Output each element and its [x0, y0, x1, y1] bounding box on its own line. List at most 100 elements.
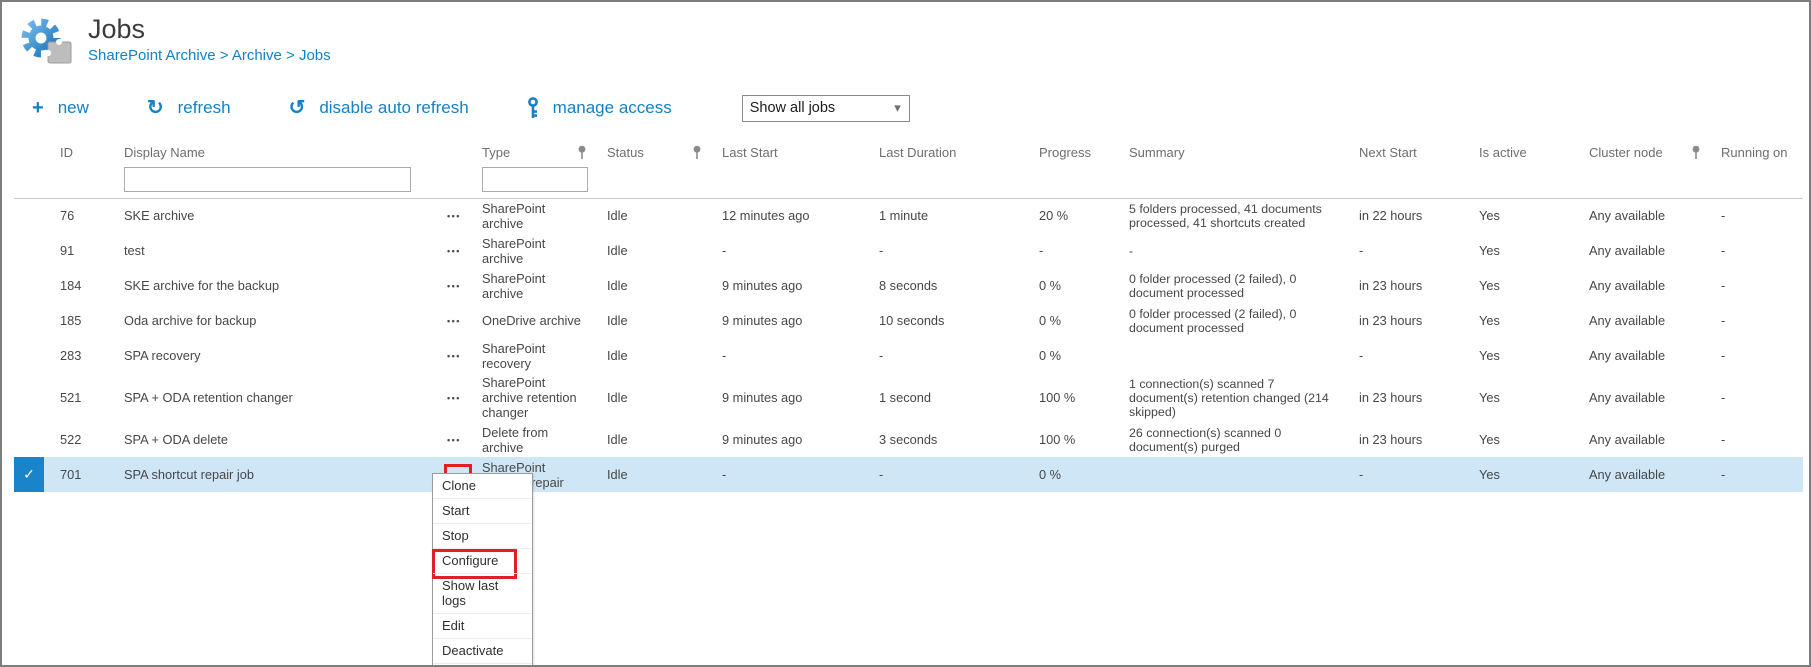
cell-progress: 0 % [1027, 338, 1117, 373]
cell-summary: - [1117, 233, 1347, 268]
row-actions-button[interactable]: ••• [444, 348, 464, 364]
cell-status: Idle [595, 268, 710, 303]
table-row[interactable]: 522SPA + ODA delete•••Delete from archiv… [14, 422, 1803, 457]
cell-next-start: in 23 hours [1347, 303, 1467, 338]
context-menu-item-edit[interactable]: Edit [433, 613, 532, 638]
row-actions-button[interactable]: ••• [444, 208, 464, 224]
manage-access-button[interactable]: manage access [527, 97, 672, 120]
context-menu-item-stop[interactable]: Stop [433, 523, 532, 548]
header-progress[interactable]: Progress [1027, 140, 1117, 164]
row-select-cell[interactable] [14, 422, 44, 457]
cell-last-duration: - [867, 457, 1027, 492]
cell-running-on: - [1709, 338, 1803, 373]
cell-progress: 0 % [1027, 303, 1117, 338]
header-status[interactable]: Status [595, 140, 710, 164]
cell-name: Oda archive for backup [112, 303, 432, 338]
refresh-button[interactable]: ↻ refresh [147, 98, 231, 118]
cell-progress: 0 % [1027, 457, 1117, 492]
table-row[interactable]: 184SKE archive for the backup•••SharePoi… [14, 268, 1803, 303]
cell-name: test [112, 233, 432, 268]
cell-running-on: - [1709, 303, 1803, 338]
row-actions-button[interactable]: ••• [444, 432, 464, 448]
cell-last-duration: 8 seconds [867, 268, 1027, 303]
row-select-cell[interactable]: ✓ [14, 457, 44, 492]
display-name-filter-input[interactable] [124, 167, 411, 192]
cell-last-start: - [710, 338, 867, 373]
new-button[interactable]: + new [32, 98, 89, 118]
breadcrumb[interactable]: SharePoint Archive > Archive > Jobs [88, 47, 331, 64]
plus-icon: + [32, 98, 44, 118]
jobs-filter-value: Show all jobs [750, 100, 835, 116]
header-summary[interactable]: Summary [1117, 140, 1347, 164]
header-is-active[interactable]: Is active [1467, 140, 1577, 164]
row-select-cell[interactable] [14, 373, 44, 422]
cell-next-start: - [1347, 233, 1467, 268]
header-display-name[interactable]: Display Name [112, 140, 432, 164]
context-menu-item-clone[interactable]: Clone [433, 474, 532, 498]
disable-auto-refresh-button[interactable]: ↺ disable auto refresh [289, 98, 469, 118]
table-row[interactable]: 91test•••SharePoint archiveIdle-----YesA… [14, 233, 1803, 268]
cell-is-active: Yes [1467, 268, 1577, 303]
row-actions-button[interactable]: ••• [444, 390, 464, 406]
cell-is-active: Yes [1467, 373, 1577, 422]
cell-running-on: - [1709, 422, 1803, 457]
header-last-start[interactable]: Last Start [710, 140, 867, 164]
cell-id: 701 [44, 457, 112, 492]
table-row[interactable]: ✓701SPA shortcut repair job•••SharePoint… [14, 457, 1803, 492]
context-menu-item-configure[interactable]: Configure [433, 548, 532, 573]
row-actions-cell: ••• [432, 233, 470, 268]
table-header-row: ID Display Name Type Status Last Start [14, 140, 1803, 164]
cell-name: SPA + ODA retention changer [112, 373, 432, 422]
cell-status: Idle [595, 233, 710, 268]
cell-summary: 1 connection(s) scanned 7 document(s) re… [1117, 373, 1347, 422]
row-select-cell[interactable] [14, 233, 44, 268]
cell-type: SharePoint archive [470, 233, 595, 268]
cell-summary [1117, 338, 1347, 373]
context-menu: CloneStartStopConfigureShow last logsEdi… [432, 473, 533, 667]
filter-pin-icon[interactable] [692, 145, 702, 160]
header-next-start[interactable]: Next Start [1347, 140, 1467, 164]
header-cluster-node[interactable]: Cluster node [1577, 140, 1709, 164]
header-cluster-node-label: Cluster node [1589, 145, 1663, 160]
cell-running-on: - [1709, 457, 1803, 492]
cell-name: SPA + ODA delete [112, 422, 432, 457]
cell-is-active: Yes [1467, 457, 1577, 492]
row-select-cell[interactable] [14, 338, 44, 373]
row-actions-button[interactable]: ••• [444, 278, 464, 294]
cell-next-start: in 23 hours [1347, 373, 1467, 422]
filter-pin-icon[interactable] [577, 145, 587, 160]
row-actions-cell: ••• [432, 338, 470, 373]
cell-last-start: 9 minutes ago [710, 373, 867, 422]
context-menu-item-deactivate[interactable]: Deactivate [433, 638, 532, 663]
row-select-cell[interactable] [14, 268, 44, 303]
context-menu-item-start[interactable]: Start [433, 498, 532, 523]
header-id[interactable]: ID [44, 140, 112, 164]
table-row[interactable]: 521SPA + ODA retention changer•••SharePo… [14, 373, 1803, 422]
table-row[interactable]: 185Oda archive for backup•••OneDrive arc… [14, 303, 1803, 338]
cell-summary: 26 connection(s) scanned 0 document(s) p… [1117, 422, 1347, 457]
cell-next-start: in 23 hours [1347, 422, 1467, 457]
jobs-filter-dropdown[interactable]: Show all jobs ▾ [742, 95, 910, 122]
cell-summary: 0 folder processed (2 failed), 0 documen… [1117, 303, 1347, 338]
table-row[interactable]: 76SKE archive•••SharePoint archiveIdle12… [14, 198, 1803, 233]
manage-access-label: manage access [553, 98, 672, 118]
table-row[interactable]: 283SPA recovery•••SharePoint recoveryIdl… [14, 338, 1803, 373]
cell-progress: 20 % [1027, 198, 1117, 233]
disable-auto-refresh-label: disable auto refresh [319, 98, 468, 118]
header-type[interactable]: Type [470, 140, 595, 164]
cell-status: Idle [595, 457, 710, 492]
context-menu-item-delete[interactable]: Delete [433, 663, 532, 667]
context-menu-item-show-last-logs[interactable]: Show last logs [433, 573, 532, 613]
cell-status: Idle [595, 373, 710, 422]
header-running-on[interactable]: Running on [1709, 140, 1803, 164]
cell-is-active: Yes [1467, 303, 1577, 338]
filter-pin-icon[interactable] [1691, 145, 1701, 160]
table-filter-row [14, 164, 1803, 198]
row-actions-button[interactable]: ••• [444, 313, 464, 329]
header-last-duration[interactable]: Last Duration [867, 140, 1027, 164]
row-select-cell[interactable] [14, 303, 44, 338]
row-select-cell[interactable] [14, 198, 44, 233]
type-filter-input[interactable] [482, 167, 588, 192]
cell-id: 185 [44, 303, 112, 338]
row-actions-button[interactable]: ••• [444, 243, 464, 259]
